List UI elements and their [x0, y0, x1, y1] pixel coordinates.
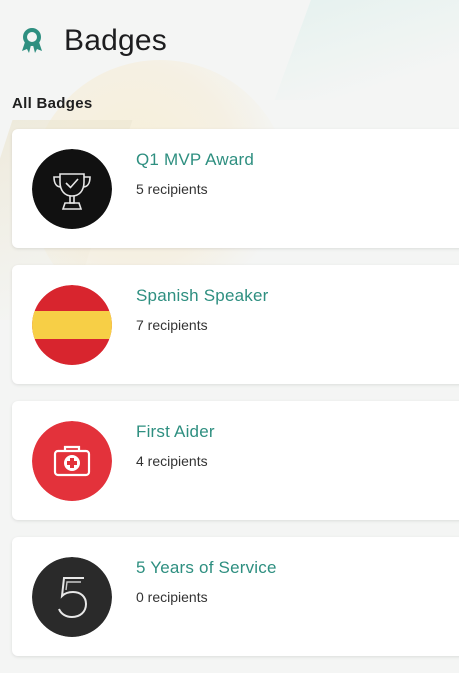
- badge-name[interactable]: Q1 MVP Award: [136, 150, 254, 170]
- section-title: All Badges: [12, 95, 93, 112]
- badge-name[interactable]: 5 Years of Service: [136, 558, 277, 578]
- badge-recipient-count: 0 recipients: [136, 589, 208, 605]
- background-decoration: [274, 0, 459, 100]
- first-aid-kit-icon: [32, 421, 112, 501]
- badge-card-5-years-of-service[interactable]: 5 Years of Service 0 recipients: [12, 537, 459, 656]
- badge-card-q1-mvp-award[interactable]: Q1 MVP Award 5 recipients: [12, 129, 459, 248]
- badge-card-spanish-speaker[interactable]: Spanish Speaker 7 recipients: [12, 265, 459, 384]
- page-title: Badges: [64, 24, 167, 57]
- badge-recipient-count: 4 recipients: [136, 453, 208, 469]
- badge-ribbon-icon: [18, 27, 46, 55]
- badge-name[interactable]: Spanish Speaker: [136, 286, 268, 306]
- badge-recipient-count: 7 recipients: [136, 317, 208, 333]
- badge-name[interactable]: First Aider: [136, 422, 215, 442]
- badge-list: Q1 MVP Award 5 recipients Spanish Speake…: [12, 129, 459, 673]
- badge-recipient-count: 5 recipients: [136, 181, 208, 197]
- page-header: Badges: [18, 24, 167, 58]
- spain-flag-icon: [32, 285, 112, 365]
- number-five-icon: [32, 557, 112, 637]
- badge-card-first-aider[interactable]: First Aider 4 recipients: [12, 401, 459, 520]
- trophy-icon: [32, 149, 112, 229]
